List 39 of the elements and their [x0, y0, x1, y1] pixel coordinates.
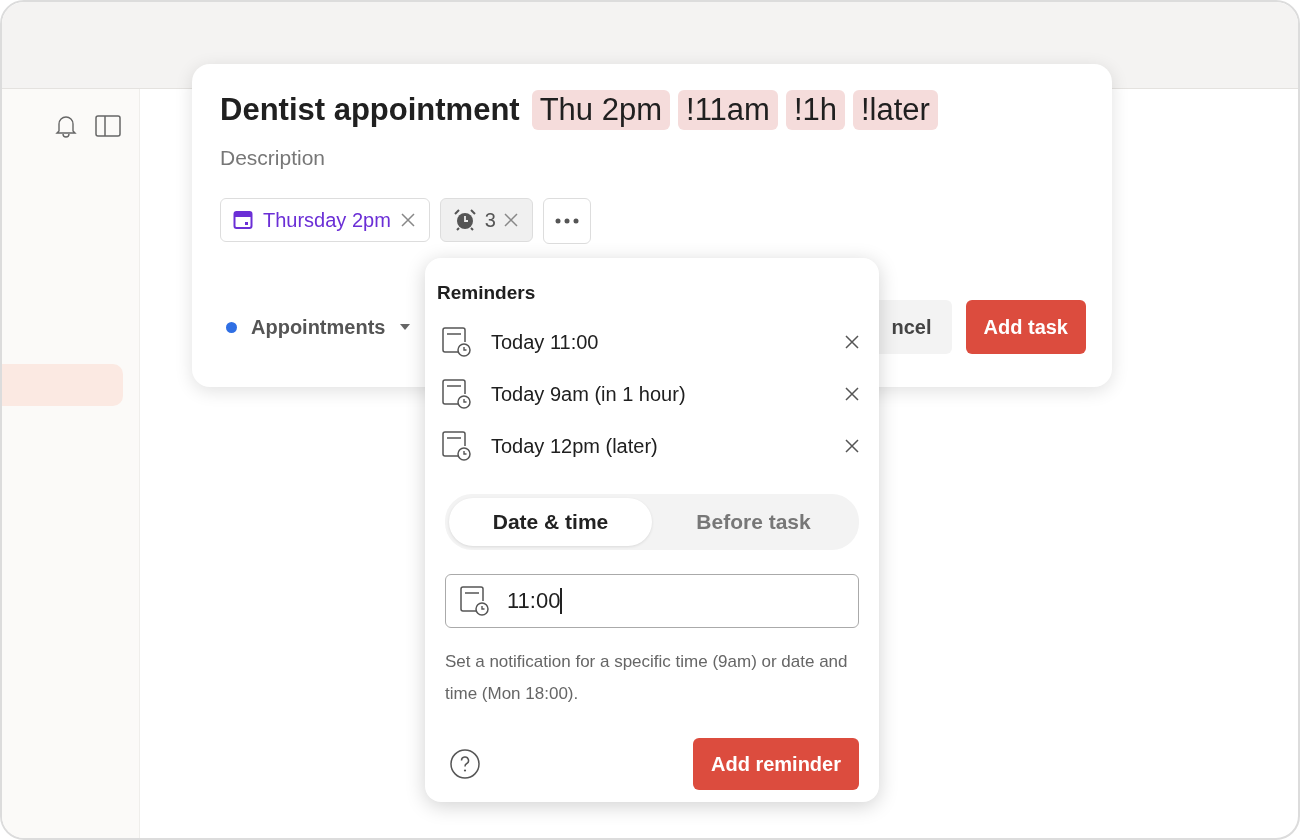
hint-text: Set a notification for a specific time (9am) or date and time (Mon 18:00).: [445, 651, 849, 705]
tab[interactable]: Date & time: [449, 498, 652, 546]
calendar-clock-icon: [459, 585, 489, 617]
calendar-icon: [233, 210, 253, 230]
parsed-token: Thu 2pm: [531, 90, 670, 130]
alarm-clock-icon: [452, 209, 477, 231]
close-icon[interactable]: [503, 213, 518, 227]
project-picker[interactable]: Appointments: [220, 315, 412, 339]
help-icon[interactable]: [449, 748, 481, 780]
parsed-token: !later: [853, 90, 938, 130]
date-chip[interactable]: Thursday 2pm: [220, 198, 430, 242]
calendar-clock-icon: [441, 430, 471, 462]
add-task-button[interactable]: Add task: [965, 300, 1086, 354]
task-title[interactable]: Dentist appointment: [220, 92, 520, 128]
date-chip-label: Thursday 2pm: [263, 208, 391, 232]
reminder-label: Today 12pm (later): [491, 434, 659, 458]
more-button[interactable]: [542, 198, 591, 244]
calendar-clock-icon: [441, 326, 471, 358]
calendar-clock-icon: [441, 378, 471, 410]
parsed-token: !11am: [678, 90, 778, 130]
reminder-count: 3: [484, 208, 496, 232]
time-input[interactable]: 11:00: [445, 574, 859, 628]
caret-icon: [399, 323, 412, 331]
reminder-label: Today 9am (in 1 hour): [491, 382, 687, 406]
close-icon[interactable]: [400, 213, 415, 227]
close-icon[interactable]: [845, 387, 859, 401]
reminder-chip[interactable]: 3: [439, 198, 533, 242]
reminder-label: Today 11:00: [491, 330, 600, 354]
more-icon: [554, 218, 579, 224]
tab[interactable]: Before task: [652, 498, 855, 546]
bell-icon[interactable]: [55, 114, 77, 138]
close-icon[interactable]: [845, 439, 859, 453]
project-name: Appointments: [251, 315, 386, 339]
add-reminder-button[interactable]: Add reminder: [692, 738, 859, 790]
parsed-token: !1h: [785, 90, 845, 130]
sidebar-toggle-icon[interactable]: [95, 115, 121, 137]
close-icon[interactable]: [845, 335, 859, 349]
description-field[interactable]: Description: [220, 146, 1086, 170]
popover-title: Reminders: [437, 282, 537, 304]
